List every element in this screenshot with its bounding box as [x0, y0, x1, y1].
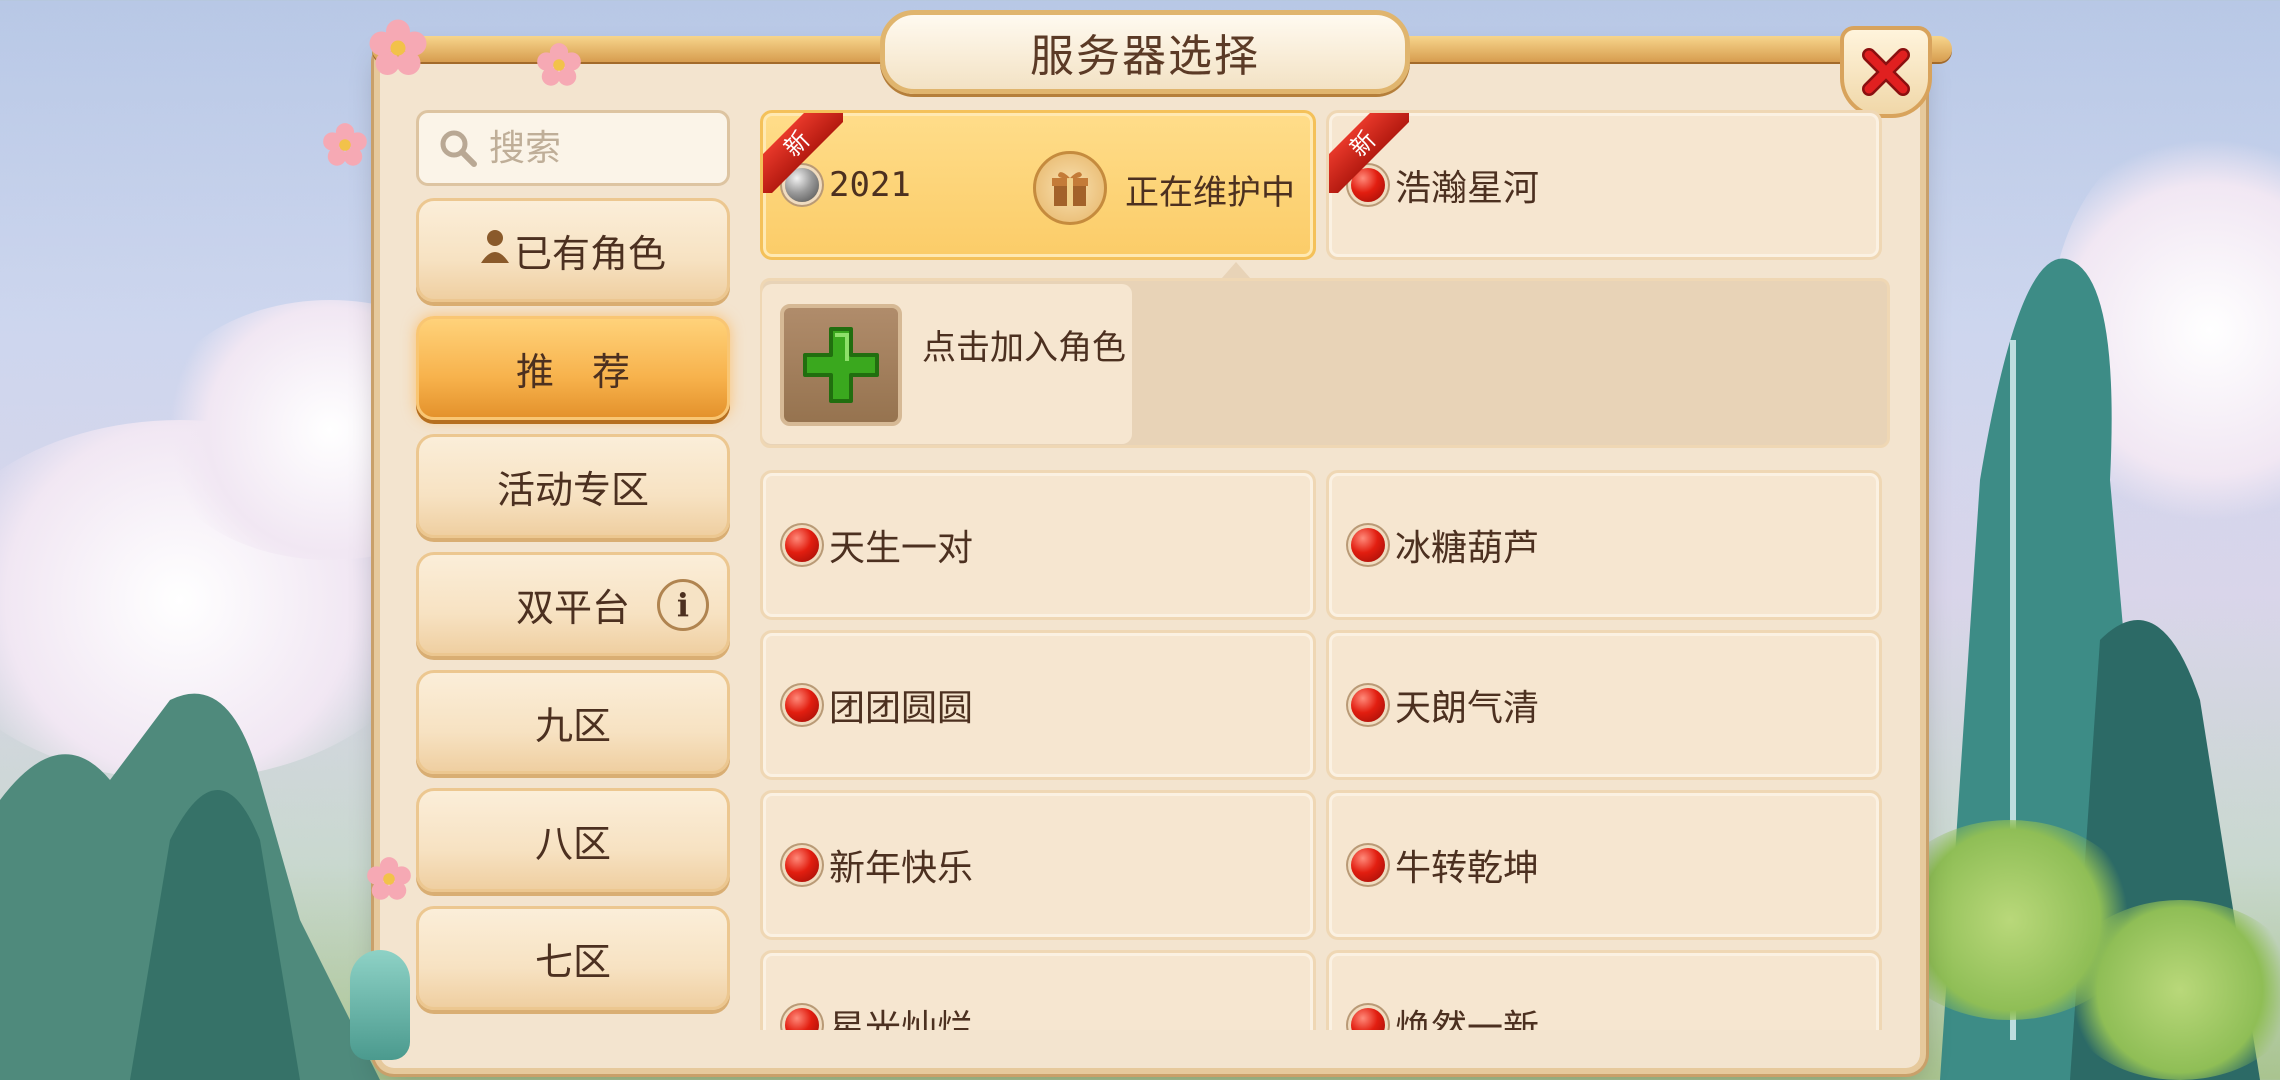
close-button[interactable] — [1840, 26, 1932, 118]
join-role-label: 点击加入角色 — [922, 328, 1126, 368]
join-role-card[interactable]: 点击加入角色 — [762, 284, 1132, 444]
status-dot-icon — [785, 528, 819, 562]
sidebar-item-zone-7[interactable]: 七区 — [416, 906, 730, 1010]
person-icon — [480, 229, 510, 271]
sidebar-item-events[interactable]: 活动专区 — [416, 434, 730, 538]
maintenance-status: 正在维护中 — [1125, 173, 1295, 213]
page-title: 服务器选择 — [1030, 31, 1260, 82]
blossom-decoration-icon — [537, 43, 581, 86]
server-card[interactable]: 团团圆圆 — [760, 630, 1316, 780]
sidebar-item-label: 双平台 — [515, 585, 630, 630]
plus-icon — [803, 327, 879, 403]
sidebar-item-zone-8[interactable]: 八区 — [416, 788, 730, 892]
sidebar-item-label: 活动专区 — [496, 467, 649, 512]
server-name: 天生一对 — [829, 528, 974, 569]
server-name: 焕然一新 — [1395, 1008, 1540, 1030]
blossom-decoration-icon — [367, 857, 411, 900]
new-badge: 新 — [1329, 113, 1409, 193]
server-list[interactable]: 天生一对 冰糖葫芦 团团圆圆 天朗气清 新年快乐 牛转乾坤 星光灿烂 焕然一新 — [760, 470, 1890, 1030]
search-input[interactable] — [487, 126, 711, 170]
server-card[interactable]: 牛转乾坤 — [1326, 790, 1882, 940]
server-card[interactable]: 焕然一新 — [1326, 950, 1882, 1030]
status-dot-icon — [1351, 1008, 1385, 1030]
server-name: 新年快乐 — [829, 848, 974, 889]
server-card[interactable]: 新年快乐 — [760, 790, 1316, 940]
status-dot-icon — [1351, 688, 1385, 722]
sidebar-item-label: 九区 — [534, 703, 611, 748]
server-name: 天朗气清 — [1395, 688, 1540, 729]
server-name: 星光灿烂 — [829, 1008, 974, 1030]
server-card-featured[interactable]: 新 浩瀚星河 — [1326, 110, 1882, 260]
vase-decoration — [350, 950, 410, 1060]
background-mountain-left — [0, 693, 380, 1080]
status-dot-icon — [785, 688, 819, 722]
status-dot-icon — [1351, 848, 1385, 882]
sidebar-item-label: 七区 — [534, 939, 611, 984]
new-badge: 新 — [763, 113, 843, 193]
server-card[interactable]: 星光灿烂 — [760, 950, 1316, 1030]
selection-pointer — [1222, 262, 1250, 278]
sidebar-item-label: 八区 — [534, 821, 611, 866]
sidebar-item-label: 推 荐 — [515, 349, 630, 394]
status-dot-icon — [785, 848, 819, 882]
sidebar-item-recommended[interactable]: 推 荐 — [416, 316, 730, 420]
server-card[interactable]: 天朗气清 — [1326, 630, 1882, 780]
server-card[interactable]: 冰糖葫芦 — [1326, 470, 1882, 620]
search-box[interactable] — [416, 110, 730, 186]
server-name: 浩瀚星河 — [1395, 168, 1540, 209]
add-role-button[interactable] — [780, 304, 902, 426]
close-icon — [1862, 48, 1910, 96]
info-icon[interactable]: i — [657, 579, 709, 631]
sidebar-item-label: 已有角色 — [513, 231, 666, 276]
status-dot-icon — [1351, 528, 1385, 562]
title-plaque: 服务器选择 — [880, 10, 1410, 94]
server-name: 牛转乾坤 — [1395, 848, 1540, 889]
blossom-decoration-icon — [323, 123, 367, 166]
sidebar-item-dual-platform[interactable]: 双平台 i — [416, 552, 730, 656]
server-name: 冰糖葫芦 — [1395, 528, 1540, 569]
server-name: 团团圆圆 — [829, 688, 974, 729]
search-icon — [440, 130, 477, 167]
server-card-featured-selected[interactable]: 新 2021 正在维护中 — [760, 110, 1316, 260]
sidebar-item-existing-roles[interactable]: 已有角色 — [416, 198, 730, 302]
status-dot-icon — [785, 1008, 819, 1030]
blossom-decoration-icon — [369, 19, 427, 75]
gift-icon[interactable] — [1033, 151, 1107, 225]
server-card[interactable]: 天生一对 — [760, 470, 1316, 620]
sidebar-item-zone-9[interactable]: 九区 — [416, 670, 730, 774]
